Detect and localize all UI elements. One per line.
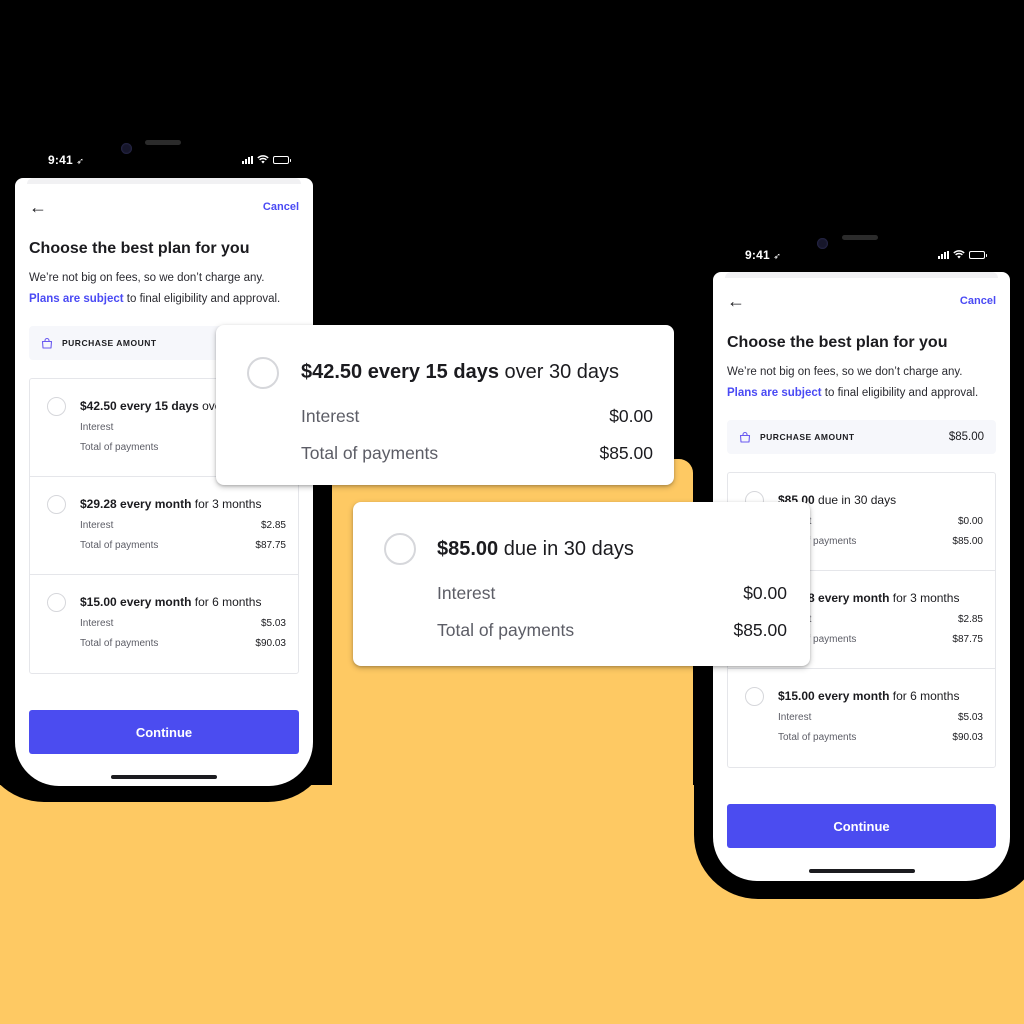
radio-button[interactable] [47,593,66,612]
cancel-button[interactable]: Cancel [263,201,299,213]
purchase-amount-label: PURCHASE AMOUNT [760,432,855,442]
subtitle: We’re not big on fees, so we don’t charg… [29,272,281,305]
sheet-edge [725,272,998,278]
plan-card-zoomed[interactable]: $85.00 due in 30 days Interest $0.00 Tota… [353,502,810,666]
radio-button[interactable] [47,495,66,514]
radio-button[interactable] [384,533,416,565]
wifi-icon [953,250,965,259]
radio-button[interactable] [47,397,66,416]
battery-icon [969,250,987,259]
home-indicator [111,775,217,779]
front-camera [121,143,132,154]
purchase-amount-row: PURCHASE AMOUNT $85.00 [727,420,996,454]
plan-option[interactable]: $15.00 every month for 6 months Interest… [728,669,995,767]
continue-button[interactable]: Continue [29,710,299,754]
arrow-left-icon[interactable]: ← [29,198,47,216]
plans-subject-link[interactable]: Plans are subject [727,387,822,399]
radio-button[interactable] [745,687,764,706]
location-arrow-icon: ➶ [773,251,782,261]
nav-row: ← Cancel [29,198,299,216]
front-camera [817,238,828,249]
cancel-button[interactable]: Cancel [960,295,996,307]
status-time: 9:41 ➶ [48,153,85,167]
plan-card-zoomed[interactable]: $42.50 every 15 days over 30 days Intere… [216,325,674,485]
speaker-grille [145,140,181,145]
cellular-signal-icon [938,250,949,259]
plans-subject-link[interactable]: Plans are subject [29,293,124,305]
wifi-icon [257,155,269,164]
shopping-bag-icon [41,337,53,349]
status-icons [938,250,987,259]
page-title: Choose the best plan for you [29,240,250,257]
plan-option[interactable]: $15.00 every month for 6 months Interest… [30,575,298,673]
speaker-grille [842,235,878,240]
nav-row: ← Cancel [727,292,996,310]
home-indicator [808,869,915,873]
shopping-bag-icon [739,431,751,443]
plan-option[interactable]: $29.28 every month for 3 months Interest… [30,477,298,575]
continue-button[interactable]: Continue [727,804,996,848]
purchase-amount-value: $85.00 [948,431,984,443]
sheet-edge [27,178,301,184]
location-arrow-icon: ➶ [76,156,85,166]
status-icons [242,155,291,164]
page-title: Choose the best plan for you [727,334,948,351]
cellular-signal-icon [242,155,253,164]
radio-button[interactable] [247,357,279,389]
battery-icon [273,155,291,164]
subtitle: We’re not big on fees, so we don’t charg… [727,366,979,399]
arrow-left-icon[interactable]: ← [727,292,745,310]
status-time: 9:41 ➶ [745,248,782,262]
